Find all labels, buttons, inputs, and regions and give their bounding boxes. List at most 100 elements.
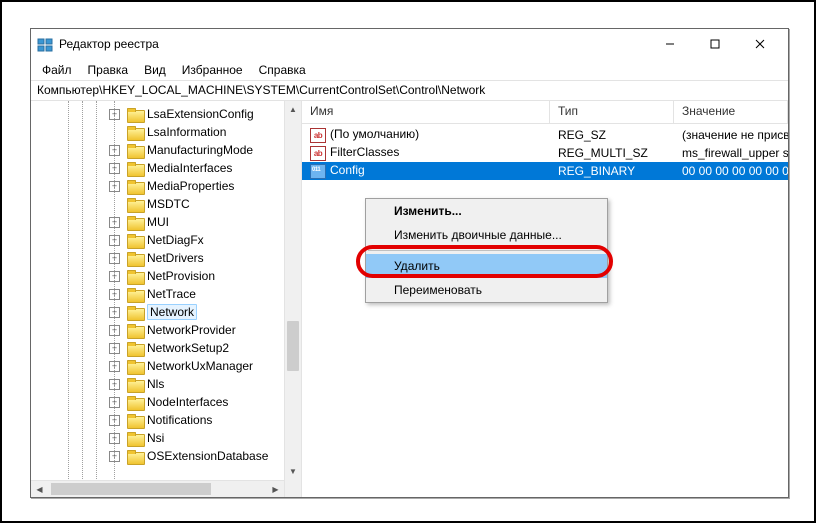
col-header-name[interactable]: Имя [302, 101, 550, 123]
scroll-down-icon[interactable]: ▼ [285, 463, 301, 480]
value-type: REG_MULTI_SZ [550, 146, 674, 160]
folder-icon [127, 288, 143, 301]
titlebar[interactable]: Редактор реестра [31, 29, 788, 59]
string-value-icon: ab [310, 127, 326, 143]
value-data: (значение не присвоено) [674, 128, 788, 142]
menubar: Файл Правка Вид Избранное Справка [31, 59, 788, 80]
list-row[interactable]: ab FilterClasses REG_MULTI_SZms_firewall_u… [302, 144, 788, 162]
folder-icon [127, 396, 143, 409]
folder-icon [127, 414, 143, 427]
folder-icon [127, 126, 143, 139]
tree-item-label: Nsi [147, 431, 164, 445]
context-menu: Изменить... Изменить двоичные данные... … [365, 198, 608, 303]
tree-item[interactable]: +OSExtensionDatabase [31, 447, 301, 465]
tree-item-label: LsaInformation [147, 125, 226, 139]
value-data: 00 00 00 00 00 00 00 00 [674, 164, 788, 178]
tree-item[interactable]: +Nls [31, 375, 301, 393]
tree-item[interactable]: +Network [31, 303, 301, 321]
value-data: ms_firewall_upper scheduler [674, 146, 788, 160]
tree-item[interactable]: +MediaProperties [31, 177, 301, 195]
tree-item-label: ManufacturingMode [147, 143, 253, 157]
tree-item-label: MediaInterfaces [147, 161, 232, 175]
maximize-button[interactable] [692, 29, 737, 59]
value-name: FilterClasses [330, 145, 399, 159]
list-row[interactable]: ConfigREG_BINARY00 00 00 00 00 00 00 00 [302, 162, 788, 180]
tree-item-label: LsaExtensionConfig [147, 107, 254, 121]
tree-item-label: Nls [147, 377, 164, 391]
folder-icon [127, 378, 143, 391]
tree-item-label: NetworkProvider [147, 323, 236, 337]
minimize-button[interactable] [647, 29, 692, 59]
tree-item[interactable]: +MediaInterfaces [31, 159, 301, 177]
menu-favorites[interactable]: Избранное [175, 61, 250, 79]
tree-item-label: MSDTC [147, 197, 190, 211]
menu-view[interactable]: Вид [137, 61, 173, 79]
scroll-thumb[interactable] [287, 321, 299, 371]
tree-item[interactable]: LsaInformation [31, 123, 301, 141]
col-header-type[interactable]: Тип [550, 101, 674, 123]
tree-item-label: MUI [147, 215, 169, 229]
tree-pane[interactable]: +LsaExtensionConfig LsaInformation +Manufa… [31, 101, 302, 497]
tree-item-label: OSExtensionDatabase [147, 449, 268, 463]
folder-icon [127, 234, 143, 247]
tree-item[interactable]: +NetworkProvider [31, 321, 301, 339]
string-value-icon: ab [310, 145, 326, 161]
folder-icon [127, 450, 143, 463]
tree-scrollbar-vertical[interactable]: ▲ ▼ [284, 101, 301, 497]
regedit-icon [37, 36, 53, 52]
folder-icon [127, 306, 143, 319]
value-name: (По умолчанию) [330, 127, 419, 141]
scroll-left-icon[interactable]: ◀ [31, 481, 48, 497]
folder-icon [127, 108, 143, 121]
menu-help[interactable]: Справка [252, 61, 313, 79]
folder-icon [127, 270, 143, 283]
scroll-thumb-h[interactable] [51, 483, 211, 495]
tree-item[interactable]: MSDTC [31, 195, 301, 213]
tree-item-label: NetworkUxManager [147, 359, 253, 373]
tree-item[interactable]: +NetworkSetup2 [31, 339, 301, 357]
tree-item[interactable]: +LsaExtensionConfig [31, 105, 301, 123]
tree-item-label: Notifications [147, 413, 212, 427]
tree-item[interactable]: +ManufacturingMode [31, 141, 301, 159]
value-name: Config [330, 163, 365, 177]
tree-item[interactable]: +Notifications [31, 411, 301, 429]
tree-item-label: NodeInterfaces [147, 395, 228, 409]
folder-icon [127, 252, 143, 265]
tree-item-label: NetworkSetup2 [147, 341, 229, 355]
tree-item-label: NetDrivers [147, 251, 204, 265]
folder-icon [127, 162, 143, 175]
menu-edit[interactable]: Правка [81, 61, 136, 79]
list-row[interactable]: ab (По умолчанию) REG_SZ(значение не присв… [302, 126, 788, 144]
close-button[interactable] [737, 29, 782, 59]
menu-file[interactable]: Файл [35, 61, 79, 79]
tree-item[interactable]: +NodeInterfaces [31, 393, 301, 411]
tree-scrollbar-horizontal[interactable]: ◀ ▶ [31, 480, 284, 497]
tree-item[interactable]: +NetDrivers [31, 249, 301, 267]
scroll-right-icon[interactable]: ▶ [267, 481, 284, 497]
folder-icon [127, 144, 143, 157]
list-header: Имя Тип Значение [302, 101, 788, 124]
binary-value-icon [310, 163, 326, 179]
scroll-up-icon[interactable]: ▲ [285, 101, 301, 118]
tree-item-label: MediaProperties [147, 179, 234, 193]
folder-icon [127, 216, 143, 229]
tree-item[interactable]: +NetworkUxManager [31, 357, 301, 375]
tree-item-label: Network [147, 304, 197, 320]
address-bar[interactable]: Компьютер\HKEY_LOCAL_MACHINE\SYSTEM\Curr… [31, 80, 788, 101]
tree-item[interactable]: +NetTrace [31, 285, 301, 303]
window-title: Редактор реестра [59, 37, 647, 51]
screenshot-frame: Редактор реестра Файл Правка Вид Избранн… [0, 0, 816, 523]
col-header-value[interactable]: Значение [674, 101, 788, 123]
tree-item-label: NetDiagFx [147, 233, 204, 247]
tree-item[interactable]: +Nsi [31, 429, 301, 447]
ctx-edit-binary[interactable]: Изменить двоичные данные... [366, 223, 607, 247]
tree-item[interactable]: +MUI [31, 213, 301, 231]
folder-icon [127, 432, 143, 445]
value-type: REG_SZ [550, 128, 674, 142]
tree-item[interactable]: +NetProvision [31, 267, 301, 285]
folder-icon [127, 324, 143, 337]
ctx-delete[interactable]: Удалить [366, 254, 607, 278]
ctx-edit[interactable]: Изменить... [366, 199, 607, 223]
ctx-rename[interactable]: Переименовать [366, 278, 607, 302]
tree-item[interactable]: +NetDiagFx [31, 231, 301, 249]
